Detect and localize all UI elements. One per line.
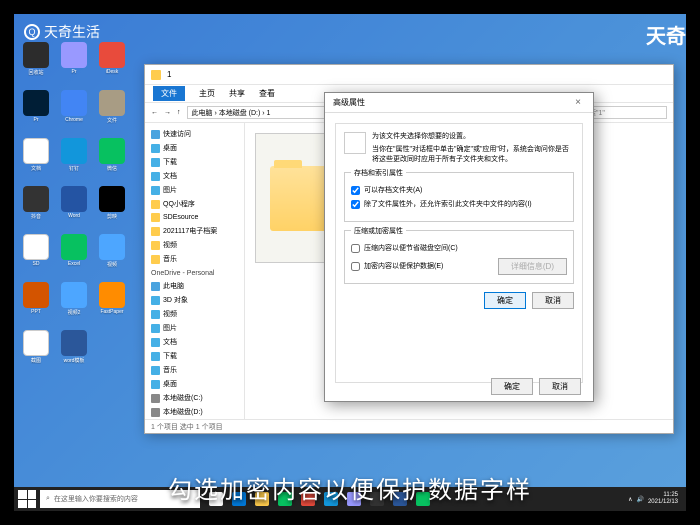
group-title: 存档和索引属性 bbox=[351, 168, 406, 178]
sidebar-onedrive[interactable]: OneDrive - Personal bbox=[151, 270, 242, 277]
advanced-attributes-dialog: 高级属性 × 为该文件夹选择你想要的设置。 当你在"属性"对话框中单击"确定"或… bbox=[324, 92, 594, 402]
desktop-icons-grid: 回收站 Pr iDesk Pr Chrome 文件 文档 钉钉 微信 抖音 Wo… bbox=[20, 42, 128, 366]
desktop-icon[interactable]: 剪映 bbox=[96, 186, 128, 222]
ribbon-share[interactable]: 共享 bbox=[229, 88, 245, 99]
desktop-icon[interactable]: FastPaper bbox=[96, 282, 128, 318]
desktop-icon[interactable]: SD bbox=[20, 234, 52, 270]
sidebar-item[interactable]: SDEsource bbox=[147, 211, 242, 224]
archive-checkbox[interactable]: 可以存档文件夹(A) bbox=[351, 185, 567, 195]
nav-fwd-icon[interactable]: → bbox=[164, 109, 171, 116]
cancel-button[interactable]: 取消 bbox=[532, 292, 574, 309]
ribbon-view[interactable]: 查看 bbox=[259, 88, 275, 99]
desktop-icon[interactable]: 回收站 bbox=[20, 42, 52, 78]
nav-up-icon[interactable]: ↑ bbox=[177, 109, 181, 116]
sidebar-item[interactable]: 下载 bbox=[147, 155, 242, 169]
details-button[interactable]: 详细信息(D) bbox=[498, 258, 567, 275]
watermark-left: Q 天奇生活 bbox=[24, 22, 100, 42]
group-title: 压缩或加密属性 bbox=[351, 226, 406, 236]
window-title: 1 bbox=[167, 70, 171, 79]
sidebar-item[interactable]: 桌面 bbox=[147, 141, 242, 155]
dialog-desc2: 当你在"属性"对话框中单击"确定"或"应用"时，系统会询问你是否将这些更改同时应… bbox=[372, 145, 574, 165]
sidebar-item[interactable]: 2021117电子档案 bbox=[147, 224, 242, 238]
watermark-left-text: 天奇生活 bbox=[44, 22, 100, 42]
encrypt-checkbox[interactable]: 加密内容以便保护数据(E) bbox=[351, 261, 443, 271]
desktop-icon[interactable]: 视频 bbox=[96, 234, 128, 270]
sidebar-quick-access[interactable]: 快速访问 bbox=[147, 127, 242, 141]
ok-button-outer[interactable]: 确定 bbox=[491, 378, 533, 395]
desktop-icon[interactable]: Pr bbox=[58, 42, 90, 78]
sidebar-item[interactable]: 音乐 bbox=[147, 363, 242, 377]
sidebar-item[interactable]: 下载 bbox=[147, 349, 242, 363]
sidebar-item[interactable]: 视频 bbox=[147, 238, 242, 252]
sidebar-item[interactable]: 桌面 bbox=[147, 377, 242, 391]
ok-button[interactable]: 确定 bbox=[484, 292, 526, 309]
desktop-icon[interactable]: 微信 bbox=[96, 138, 128, 174]
ribbon-file[interactable]: 文件 bbox=[153, 86, 185, 101]
archive-group: 存档和索引属性 可以存档文件夹(A) 除了文件属性外，还允许索引此文件夹中文件的… bbox=[344, 172, 574, 222]
close-icon[interactable]: × bbox=[571, 96, 585, 110]
desktop-icon[interactable]: 抖音 bbox=[20, 186, 52, 222]
dialog-inner-buttons: 确定 取消 bbox=[344, 292, 574, 309]
video-caption: 勾选加密内容以便保护数据字样 bbox=[0, 470, 700, 505]
sidebar-item[interactable]: 3D 对象 bbox=[147, 293, 242, 307]
folder-settings-icon bbox=[344, 132, 366, 154]
desktop-icon[interactable]: 截图 bbox=[20, 330, 52, 366]
sidebar-item[interactable]: 本地磁盘(C:) bbox=[147, 391, 242, 405]
sidebar-item[interactable]: 文档 bbox=[147, 169, 242, 183]
desktop-icon[interactable]: Chrome bbox=[58, 90, 90, 126]
compress-checkbox[interactable]: 压缩内容以便节省磁盘空间(C) bbox=[351, 243, 567, 253]
desktop-icon[interactable]: 钉钉 bbox=[58, 138, 90, 174]
dialog-body: 为该文件夹选择你想要的设置。 当你在"属性"对话框中单击"确定"或"应用"时，系… bbox=[335, 123, 583, 383]
sidebar-item[interactable]: 本地磁盘(D:) bbox=[147, 405, 242, 419]
desktop-icon[interactable]: word模板 bbox=[58, 330, 90, 366]
explorer-statusbar: 1 个项目 选中 1 个项目 bbox=[145, 419, 673, 433]
compress-encrypt-group: 压缩或加密属性 压缩内容以便节省磁盘空间(C) 加密内容以便保护数据(E) 详细… bbox=[344, 230, 574, 284]
explorer-sidebar: 快速访问 桌面 下载 文档 图片 QQ小程序 SDEsource 2021117… bbox=[145, 123, 245, 419]
dialog-titlebar[interactable]: 高级属性 × bbox=[325, 93, 593, 113]
explorer-titlebar[interactable]: 1 bbox=[145, 65, 673, 85]
desktop-icon[interactable]: 文档 bbox=[20, 138, 52, 174]
sidebar-item[interactable]: 图片 bbox=[147, 321, 242, 335]
desktop-icon[interactable]: Excel bbox=[58, 234, 90, 270]
sidebar-item[interactable]: 图片 bbox=[147, 183, 242, 197]
sidebar-item[interactable]: 音乐 bbox=[147, 252, 242, 266]
watermark-right: 天奇 bbox=[646, 20, 686, 49]
dialog-title: 高级属性 bbox=[333, 97, 365, 108]
sidebar-item[interactable]: 文档 bbox=[147, 335, 242, 349]
sidebar-item[interactable]: QQ小程序 bbox=[147, 197, 242, 211]
dialog-description-row: 为该文件夹选择你想要的设置。 当你在"属性"对话框中单击"确定"或"应用"时，系… bbox=[344, 132, 574, 164]
sidebar-thispc[interactable]: 此电脑 bbox=[147, 279, 242, 293]
ribbon-home[interactable]: 主页 bbox=[199, 88, 215, 99]
cancel-button-outer[interactable]: 取消 bbox=[539, 378, 581, 395]
index-checkbox[interactable]: 除了文件属性外，还允许索引此文件夹中文件的内容(I) bbox=[351, 199, 567, 209]
titlebar-icons bbox=[151, 70, 161, 80]
desktop-icon[interactable]: Word bbox=[58, 186, 90, 222]
dialog-outer-buttons: 确定 取消 bbox=[491, 378, 581, 395]
sidebar-item[interactable]: 视频 bbox=[147, 307, 242, 321]
dialog-desc: 为该文件夹选择你想要的设置。 bbox=[372, 132, 574, 142]
nav-back-icon[interactable]: ← bbox=[151, 109, 158, 116]
desktop-icon[interactable]: Pr bbox=[20, 90, 52, 126]
brand-icon: Q bbox=[24, 24, 40, 40]
desktop-icon[interactable]: iDesk bbox=[96, 42, 128, 78]
desktop-frame: Q 天奇生活 天奇 回收站 Pr iDesk Pr Chrome 文件 文档 钉… bbox=[14, 14, 686, 511]
desktop-icon[interactable]: 视频2 bbox=[58, 282, 90, 318]
desktop-icon[interactable]: 文件 bbox=[96, 90, 128, 126]
desktop-icon[interactable]: PPT bbox=[20, 282, 52, 318]
